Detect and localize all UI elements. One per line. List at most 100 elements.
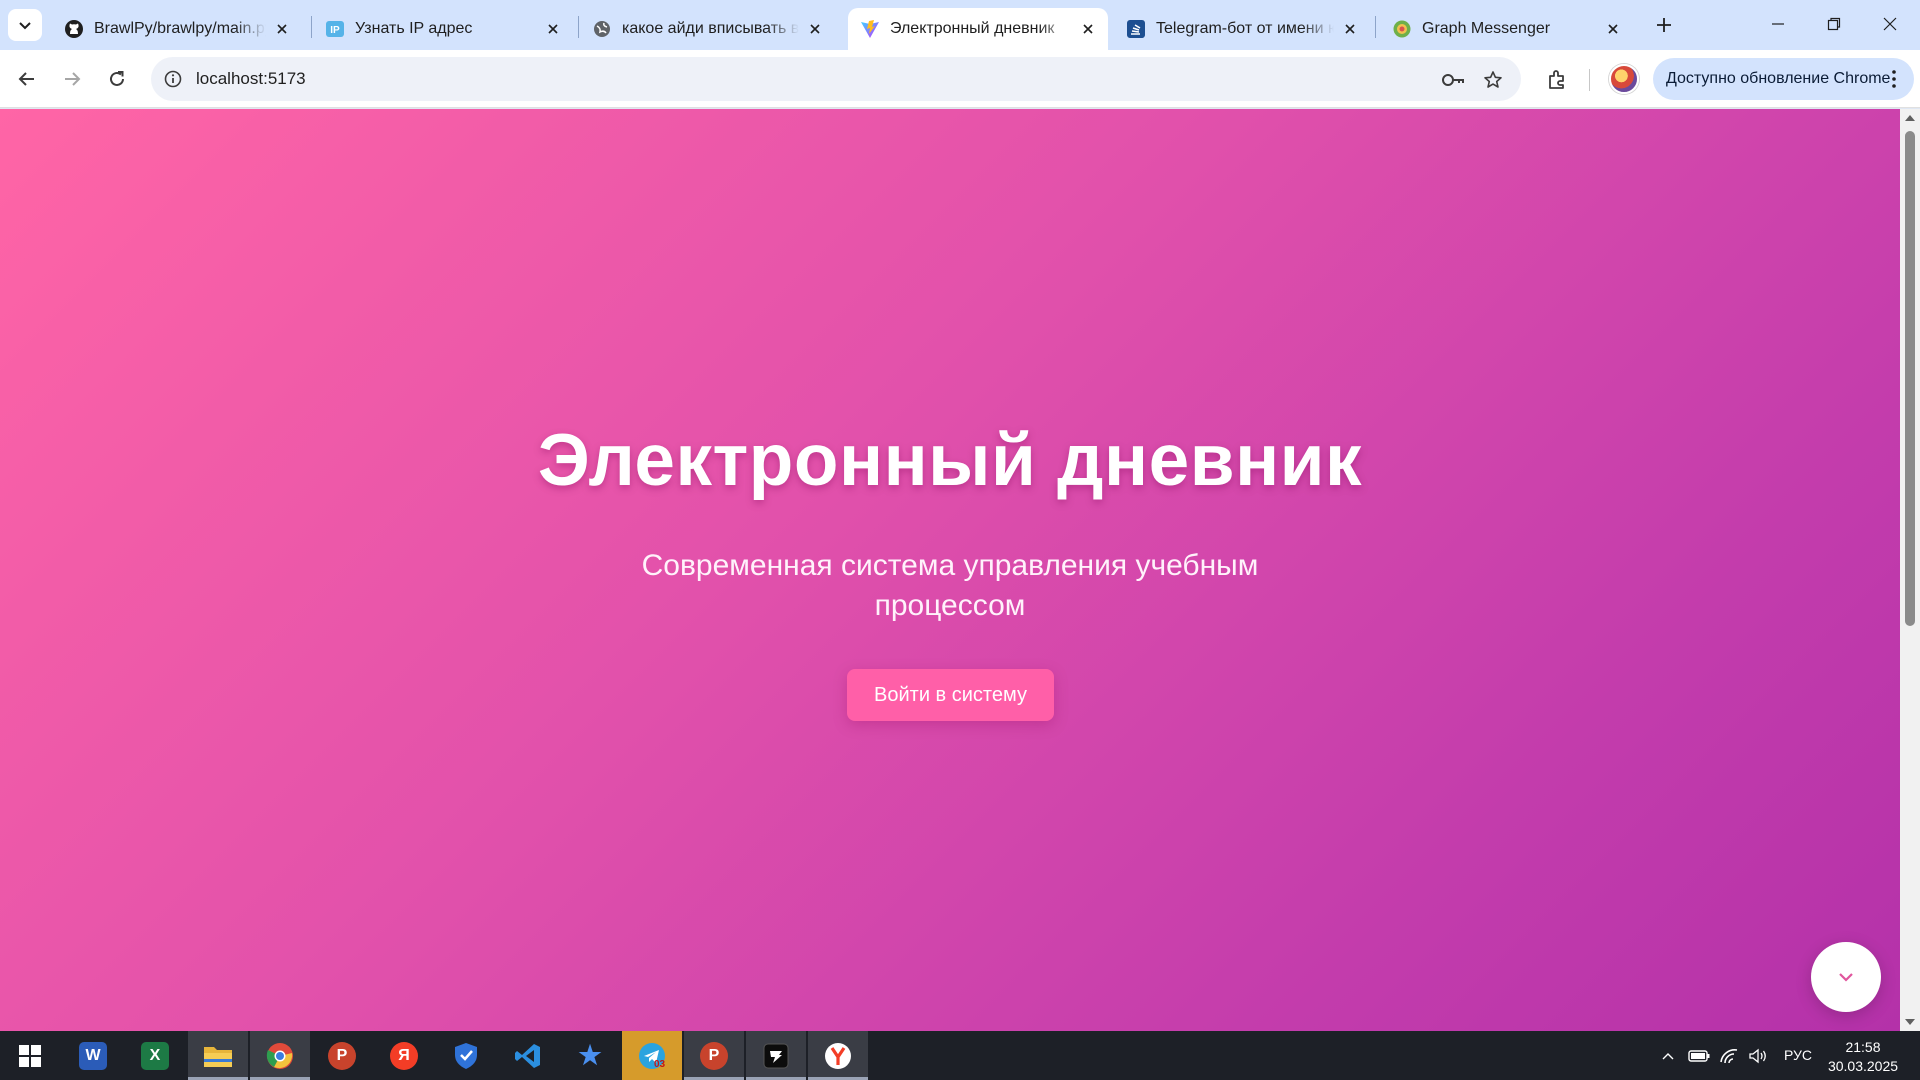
wifi-icon[interactable] — [1718, 1045, 1740, 1067]
arrow-left-icon — [18, 72, 34, 86]
plus-icon — [1657, 18, 1671, 32]
telegram-badge: 03 — [654, 1059, 666, 1070]
vscode-icon — [515, 1043, 540, 1068]
yandex-browser-icon — [825, 1042, 851, 1069]
taskbar-powerpoint-2[interactable]: P — [684, 1031, 744, 1080]
address-bar[interactable]: localhost:5173 — [151, 57, 1521, 101]
language-indicator[interactable]: РУС — [1784, 1047, 1812, 1063]
browser-toolbar: localhost:5173 Доступно обновление Chrom… — [0, 50, 1920, 108]
taskbar-vscode[interactable] — [498, 1031, 558, 1080]
taskbar-shield-app[interactable] — [436, 1031, 496, 1080]
more-menu-icon[interactable] — [1884, 68, 1904, 90]
taskbar-excel[interactable]: X — [125, 1031, 185, 1080]
tab-title: BrawlPy/brawlpy/main.py at — [94, 20, 266, 37]
tab-title: Telegram-бот от имени юз — [1156, 20, 1334, 37]
restore-icon — [1827, 17, 1841, 31]
scroll-down-button[interactable] — [1811, 942, 1881, 1012]
tab-question[interactable]: какое айди вписывать в к — [580, 8, 835, 50]
page-subtitle: Современная система управления учебным п… — [641, 549, 1259, 622]
tray-chevron-up-icon[interactable] — [1657, 1045, 1679, 1067]
powerpoint-icon: P — [328, 1041, 356, 1070]
arrow-right-icon — [65, 72, 81, 86]
chrome-icon — [266, 1042, 293, 1069]
clock[interactable]: 21:58 30.03.2025 — [1826, 1038, 1900, 1076]
close-icon[interactable] — [1340, 19, 1360, 39]
taskbar-telegram[interactable]: 03 — [622, 1031, 682, 1080]
page-title: Электронный дневник — [537, 420, 1363, 501]
scroll-up-arrow-icon[interactable] — [1904, 112, 1916, 124]
tab-github[interactable]: BrawlPy/brawlpy/main.py at — [52, 8, 302, 50]
taskbar-star-app[interactable]: ★ — [560, 1031, 620, 1080]
vertical-scrollbar[interactable] — [1900, 109, 1920, 1031]
profile-avatar[interactable] — [1609, 64, 1639, 94]
close-icon[interactable] — [543, 19, 563, 39]
close-window-button[interactable] — [1862, 0, 1918, 48]
restore-button[interactable] — [1806, 0, 1862, 48]
taskbar-powerpoint[interactable]: P — [312, 1031, 372, 1080]
globe-icon — [592, 19, 612, 39]
taskbar-yandex[interactable]: Я — [374, 1031, 434, 1080]
stackoverflow-icon — [1126, 19, 1146, 39]
extensions-icon[interactable] — [1540, 62, 1574, 96]
close-icon — [1883, 17, 1897, 31]
taskbar-chrome[interactable] — [250, 1031, 310, 1080]
star-app-icon: ★ — [578, 1040, 602, 1070]
graph-messenger-icon — [1392, 19, 1412, 39]
start-button[interactable] — [0, 1031, 60, 1080]
close-icon[interactable] — [1078, 19, 1098, 39]
back-button[interactable] — [9, 61, 45, 97]
url-text[interactable]: localhost:5173 — [196, 69, 306, 89]
vite-icon — [860, 19, 880, 39]
word-icon: W — [79, 1041, 107, 1070]
scroll-down-arrow-icon[interactable] — [1904, 1016, 1916, 1028]
tab-title: Электронный дневник — [890, 20, 1055, 37]
taskbar-yandex-browser[interactable] — [808, 1031, 868, 1080]
ip-icon: IP — [325, 19, 345, 39]
forward-button[interactable] — [54, 61, 90, 97]
shield-app-icon — [455, 1042, 477, 1069]
excel-icon: X — [141, 1041, 169, 1070]
chevron-down-icon — [19, 22, 31, 30]
tab-diary[interactable]: Электронный дневник — [848, 8, 1108, 50]
tab-title: какое айди вписывать в к — [622, 20, 799, 37]
site-info-icon[interactable] — [161, 67, 185, 91]
clock-date: 30.03.2025 — [1827, 1058, 1899, 1074]
page-content: Электронный дневник Современная система … — [0, 109, 1900, 1031]
dark-app-icon — [763, 1043, 789, 1068]
login-button[interactable]: Войти в систему — [847, 669, 1054, 721]
volume-icon[interactable] — [1747, 1045, 1769, 1067]
taskbar-dark-app[interactable] — [746, 1031, 806, 1080]
taskbar-file-explorer[interactable] — [188, 1031, 248, 1080]
tab-title: Graph Messenger — [1422, 20, 1551, 37]
svg-text:IP: IP — [330, 25, 340, 36]
close-icon[interactable] — [272, 19, 292, 39]
tab-graph-messenger[interactable]: Graph Messenger — [1380, 8, 1633, 50]
windows-taskbar: W X P Я ★ 03 P РУС 21:58 30.03.2025 — [0, 1031, 1920, 1080]
chevron-down-icon — [1839, 973, 1853, 982]
github-icon — [64, 19, 84, 39]
tab-ip[interactable]: IP Узнать IP адрес — [313, 8, 573, 50]
reload-icon — [110, 71, 124, 86]
tab-title: Узнать IP адрес — [355, 20, 473, 37]
clock-time: 21:58 — [1845, 1039, 1881, 1055]
battery-icon[interactable] — [1688, 1045, 1710, 1067]
minimize-button[interactable] — [1750, 0, 1806, 48]
file-explorer-icon — [204, 1046, 232, 1067]
powerpoint-icon-2: P — [700, 1041, 728, 1070]
chrome-update-button[interactable]: Доступно обновление Chrome — [1653, 58, 1914, 100]
windows-logo-icon — [19, 1044, 41, 1067]
reload-button[interactable] — [99, 61, 135, 97]
minimize-icon — [1772, 23, 1784, 25]
close-icon[interactable] — [805, 19, 825, 39]
yandex-icon: Я — [390, 1041, 418, 1070]
tab-telegram-bot[interactable]: Telegram-бот от имени юз — [1114, 8, 1370, 50]
scrollbar-thumb[interactable] — [1905, 131, 1915, 626]
tab-search-button[interactable] — [8, 9, 42, 41]
password-key-icon[interactable] — [1440, 67, 1466, 93]
update-label: Доступно обновление Chrome — [1666, 70, 1891, 87]
new-tab-button[interactable] — [1650, 11, 1678, 39]
close-icon[interactable] — [1603, 19, 1623, 39]
browser-tab-strip: BrawlPy/brawlpy/main.py at IP Узнать IP … — [0, 0, 1920, 50]
bookmark-star-icon[interactable] — [1480, 67, 1506, 93]
taskbar-word[interactable]: W — [63, 1031, 123, 1080]
